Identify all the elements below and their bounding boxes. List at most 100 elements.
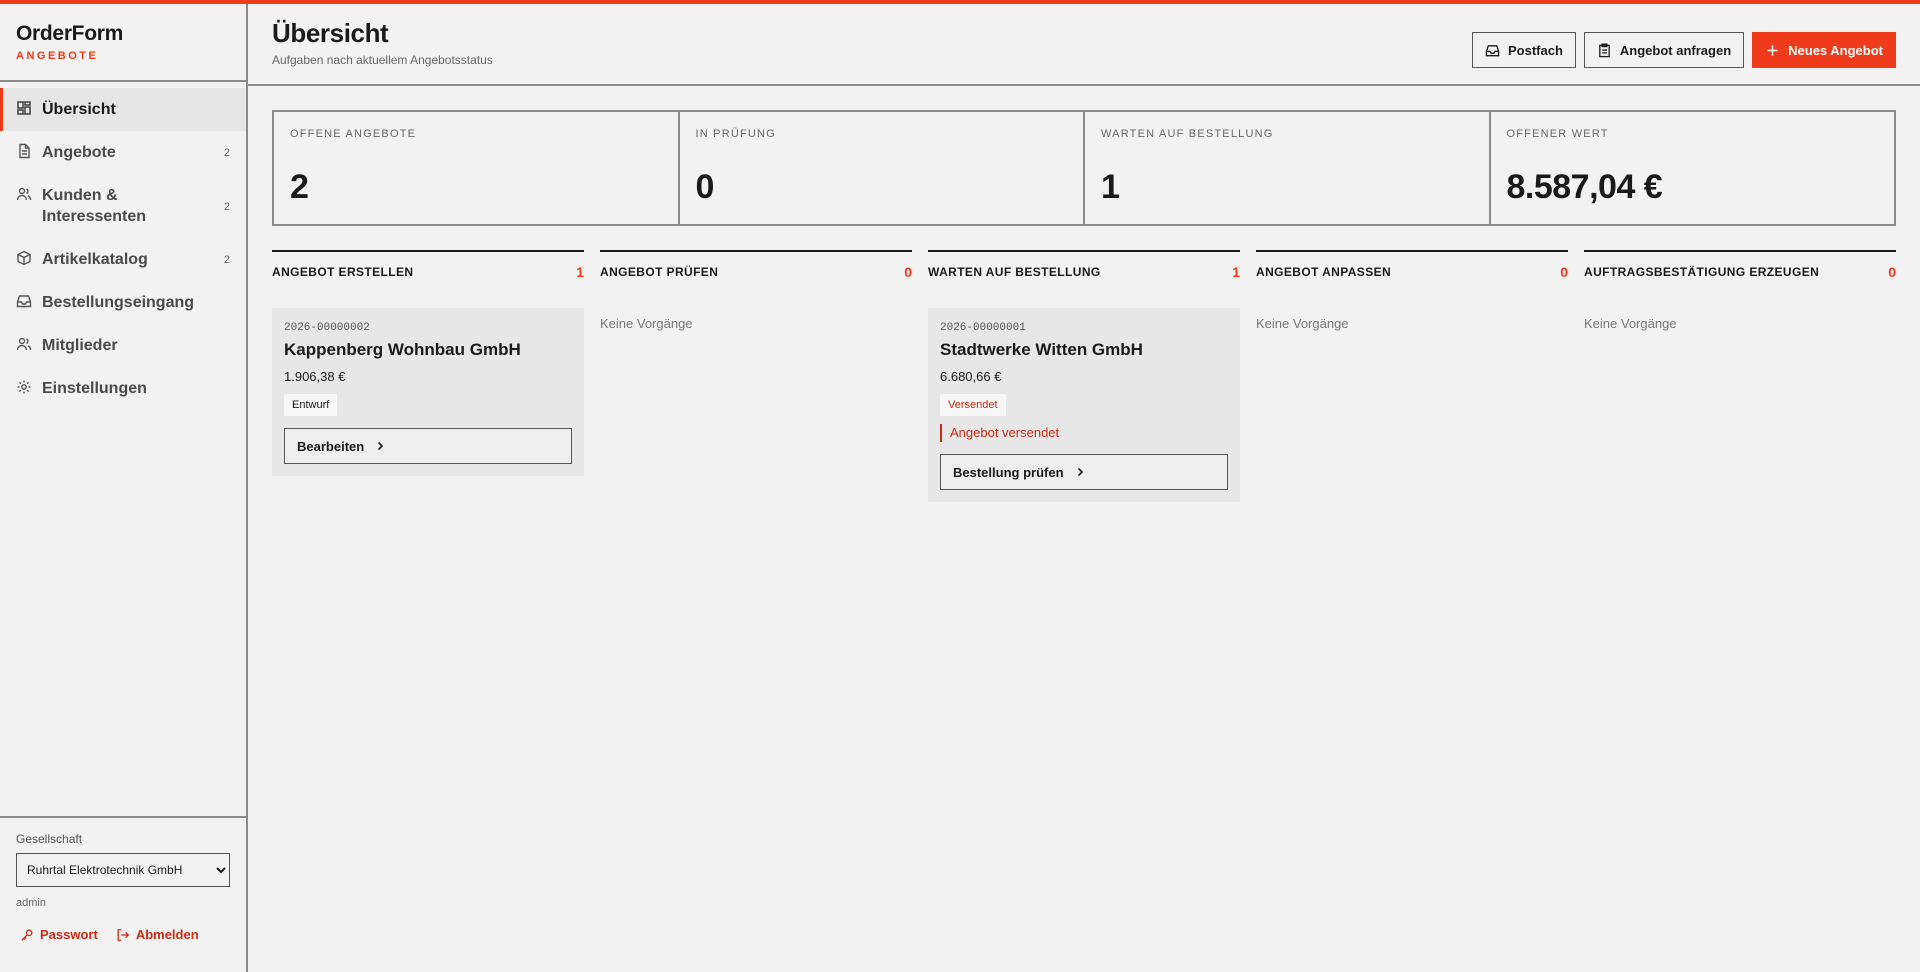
kpi-value: 0 <box>695 168 715 206</box>
inbox-icon <box>16 293 32 309</box>
page-header: Übersicht Aufgaben nach aktuellem Angebo… <box>248 4 1920 86</box>
column-header: WARTEN AUF BESTELLUNG 1 <box>928 250 1240 288</box>
clipboard-icon <box>1599 42 1610 57</box>
sidebar-item-uebersicht[interactable]: Übersicht <box>0 88 246 131</box>
sidebar-item-label: Artikelkatalog <box>42 251 148 268</box>
sidebar-item-artikelkatalog[interactable]: Artikelkatalog 2 <box>0 238 246 281</box>
main-content: Übersicht Aufgaben nach aktuellem Angebo… <box>248 4 1920 972</box>
new-quote-button-label: Neues Angebot <box>1788 42 1883 58</box>
logout-icon <box>117 928 129 941</box>
task-board: ANGEBOT ERSTELLEN 1 2026-00000002 Kappen… <box>272 250 1896 502</box>
inbox-button[interactable]: Postfach <box>1472 32 1576 68</box>
status-badge: Entwurf <box>284 394 338 416</box>
column-count: 0 <box>1888 264 1896 280</box>
logout-link-label: Abmelden <box>135 927 199 942</box>
board-column-awaiting-order: WARTEN AUF BESTELLUNG 1 2026-00000001 St… <box>928 250 1240 502</box>
brand: OrderForm ANGEBOTE <box>0 4 246 82</box>
users-icon <box>16 336 32 352</box>
kpi-awaiting-order: WARTEN AUF BESTELLUNG 1 <box>1085 112 1491 224</box>
kpi-value: 2 <box>290 168 309 206</box>
quote-card: 2026-00000002 Kappenberg Wohnbau GmbH 1.… <box>272 308 584 476</box>
sidebar-item-angebote[interactable]: Angebote 2 <box>0 131 246 174</box>
kpi-label: IN PRÜFUNG <box>695 128 776 140</box>
sidebar-item-count: 2 <box>223 201 230 213</box>
kpi-in-review: IN PRÜFUNG 0 <box>680 112 1085 224</box>
sidebar-item-count: 2 <box>223 254 230 266</box>
company-select[interactable]: Ruhrtal Elektrotechnik GmbH <box>16 853 230 887</box>
board-column-review: ANGEBOT PRÜFEN 0 Keine Vorgänge <box>600 250 912 502</box>
quote-card: 2026-00000001 Stadtwerke Witten GmbH 6.6… <box>928 308 1240 502</box>
logout-link[interactable]: Abmelden <box>116 927 199 942</box>
empty-state: Keine Vorgänge <box>1584 316 1677 331</box>
plus-icon <box>1767 44 1778 56</box>
brand-name: OrderForm <box>16 22 123 45</box>
inbox-button-label: Postfach <box>1508 42 1563 58</box>
column-count: 1 <box>576 264 584 280</box>
sidebar-item-mitglieder[interactable]: Mitglieder <box>0 324 246 367</box>
new-quote-button[interactable]: Neues Angebot <box>1752 32 1896 68</box>
company-label: Gesellschaft <box>16 832 83 846</box>
sidebar-item-label: Mitglieder <box>42 337 118 354</box>
column-count: 0 <box>904 264 912 280</box>
kpi-value: 8.587,04 € <box>1506 168 1663 206</box>
board-column-adjust: ANGEBOT ANPASSEN 0 Keine Vorgänge <box>1256 250 1568 502</box>
request-quote-button-label: Angebot anfragen <box>1619 42 1732 58</box>
column-header: AUFTRAGSBESTÄTIGUNG ERZEUGEN 0 <box>1584 250 1896 288</box>
chevron-right-icon <box>378 441 384 451</box>
sidebar-item-label: Übersicht <box>42 101 116 118</box>
sidebar-item-label: Kunden & Interessenten <box>42 187 147 225</box>
sidebar-item-count: 2 <box>223 147 230 159</box>
request-quote-button[interactable]: Angebot anfragen <box>1583 32 1745 68</box>
password-link-label: Passwort <box>40 927 98 942</box>
account-links: Passwort Abmelden <box>16 927 230 942</box>
column-title: ANGEBOT ANPASSEN <box>1256 265 1392 279</box>
board-column-create: ANGEBOT ERSTELLEN 1 2026-00000002 Kappen… <box>272 250 584 502</box>
box-icon <box>16 250 32 266</box>
header-actions: Postfach Angebot anfragen Neues Angebot <box>1464 32 1896 68</box>
brand-subtitle: ANGEBOTE <box>16 50 99 62</box>
check-order-button[interactable]: Bestellung prüfen <box>940 454 1228 490</box>
column-count: 1 <box>1232 264 1240 280</box>
edit-quote-button[interactable]: Bearbeiten <box>284 428 572 464</box>
sidebar: OrderForm ANGEBOTE Übersicht Angebote 2 … <box>0 4 248 972</box>
dashboard-icon <box>16 100 32 116</box>
quote-customer: Stadtwerke Witten GmbH <box>940 340 1143 359</box>
sidebar-item-label: Einstellungen <box>42 380 147 397</box>
empty-state: Keine Vorgänge <box>600 316 693 331</box>
kpi-row: OFFENE ANGEBOTE 2 IN PRÜFUNG 0 WARTEN AU… <box>272 110 1896 226</box>
quote-amount: 1.906,38 € <box>284 369 346 384</box>
sidebar-footer: Gesellschaft Ruhrtal Elektrotechnik GmbH… <box>0 816 246 972</box>
kpi-label: OFFENE ANGEBOTE <box>290 128 417 140</box>
check-order-button-label: Bestellung prüfen <box>953 464 1064 480</box>
sidebar-item-einstellungen[interactable]: Einstellungen <box>0 367 246 410</box>
password-link[interactable]: Passwort <box>20 927 98 942</box>
status-note: Angebot versendet <box>940 424 1228 442</box>
inbox-icon <box>1485 44 1500 56</box>
status-badge: Versendet <box>940 394 1006 416</box>
board-column-confirmation: AUFTRAGSBESTÄTIGUNG ERZEUGEN 0 Keine Vor… <box>1584 250 1896 502</box>
column-header: ANGEBOT PRÜFEN 0 <box>600 250 912 288</box>
sidebar-item-bestellungseingang[interactable]: Bestellungseingang <box>0 281 246 324</box>
users-icon <box>16 186 32 202</box>
kpi-label: WARTEN AUF BESTELLUNG <box>1101 128 1274 140</box>
quote-customer: Kappenberg Wohnbau GmbH <box>284 340 521 359</box>
kpi-value: 1 <box>1101 168 1120 206</box>
column-title: ANGEBOT ERSTELLEN <box>272 265 414 279</box>
document-icon <box>16 143 32 159</box>
quote-number: 2026-00000001 <box>940 322 1026 334</box>
key-icon <box>21 929 33 941</box>
quote-amount: 6.680,66 € <box>940 369 1002 384</box>
gear-icon <box>16 379 32 395</box>
column-title: ANGEBOT PRÜFEN <box>600 265 719 279</box>
sidebar-item-kunden[interactable]: Kunden & Interessenten 2 <box>0 174 246 238</box>
sidebar-item-label: Bestellungseingang <box>42 294 195 311</box>
chevron-right-icon <box>1077 467 1083 477</box>
current-user: admin <box>16 897 46 909</box>
kpi-open-quotes: OFFENE ANGEBOTE 2 <box>274 112 680 224</box>
sidebar-item-label: Angebote <box>42 144 116 161</box>
empty-state: Keine Vorgänge <box>1256 316 1349 331</box>
kpi-label: OFFENER WERT <box>1506 128 1609 140</box>
edit-quote-button-label: Bearbeiten <box>297 438 365 454</box>
quote-number: 2026-00000002 <box>284 322 370 334</box>
column-count: 0 <box>1560 264 1568 280</box>
